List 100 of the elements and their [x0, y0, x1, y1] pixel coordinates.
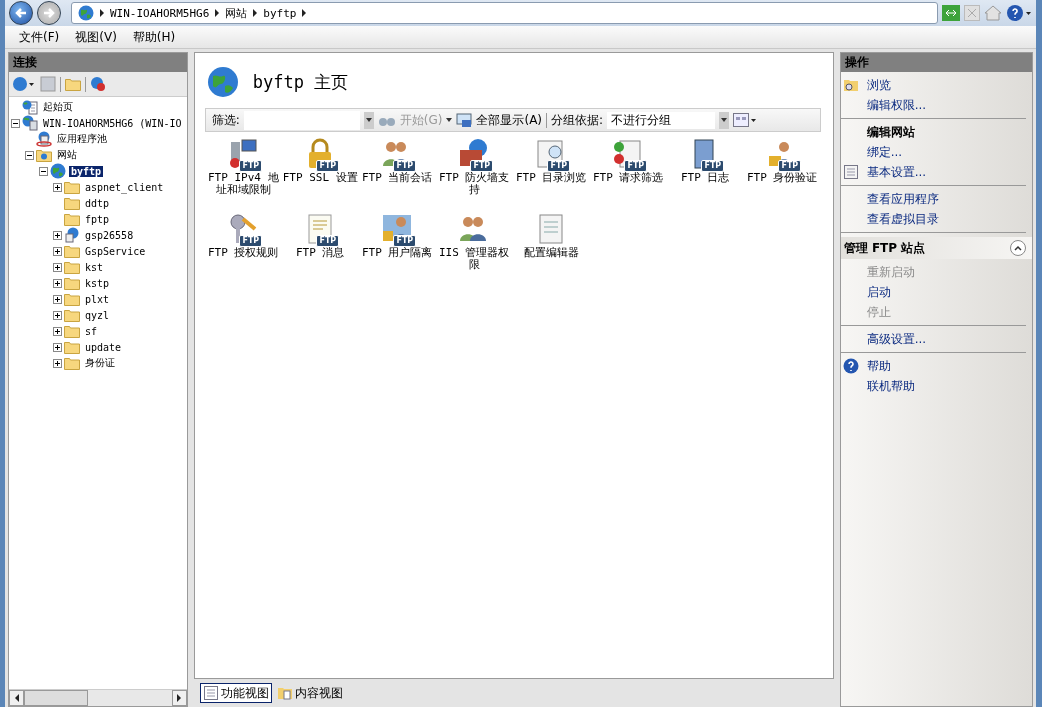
folder-icon [64, 212, 80, 226]
menu-item[interactable]: 文件(F) [13, 28, 66, 46]
folder-icon [64, 180, 80, 194]
tree-item[interactable]: 身份证 [83, 356, 117, 370]
feature-item[interactable]: FTP FTP 身份验证 [743, 136, 821, 211]
tree-item[interactable]: aspnet_client [83, 181, 166, 193]
breadcrumb-item[interactable]: 网站 [225, 5, 248, 21]
globe-icon [50, 163, 66, 179]
filter-label: 筛选: [211, 111, 240, 129]
tree-item[interactable]: 起始页 [41, 100, 75, 114]
action-link[interactable]: 高级设置... [866, 330, 927, 348]
folder-icon [64, 340, 80, 354]
action-link[interactable]: 启动 [866, 283, 891, 301]
tree-item[interactable]: sf [83, 325, 100, 337]
folder-icon [64, 196, 80, 210]
tree-item[interactable]: kstp [83, 277, 112, 289]
group-by-select[interactable]: 不进行分组 [607, 111, 716, 129]
feature-item[interactable]: FTP FTP 消息 [281, 211, 359, 286]
tree-item[interactable]: 网站 [55, 148, 79, 162]
help-icon [842, 358, 859, 374]
tree-item[interactable]: GspService [83, 245, 148, 257]
feature-item[interactable]: FTP FTP 请求筛选 [589, 136, 667, 211]
pane-header: 操作 [840, 53, 1032, 72]
caret-up-icon [1014, 245, 1022, 251]
tree-item[interactable]: fptp [83, 213, 112, 225]
feature-item[interactable]: IIS 管理器权限 [435, 211, 513, 286]
collapse-button[interactable] [1010, 240, 1026, 256]
address-bar[interactable]: WIN-IOAHORM5HG6 网站 byftp [71, 2, 938, 24]
expand-toggle[interactable] [53, 230, 62, 240]
breadcrumb-item[interactable]: byftp [263, 6, 297, 20]
expand-toggle[interactable] [53, 262, 62, 272]
collapse-toggle[interactable] [25, 150, 34, 160]
back-button[interactable] [9, 1, 33, 25]
action-link[interactable]: 查看虚拟目录 [866, 210, 939, 228]
page-title: byftp 主页 [252, 70, 349, 94]
folder-icon [64, 292, 80, 306]
tree-item[interactable]: gsp26558 [83, 229, 136, 241]
arrow-right-icon [43, 7, 55, 19]
feature-item[interactable]: FTP FTP IPv4 地址和域限制 [204, 136, 282, 211]
feature-item[interactable]: FTP FTP 当前会话 [358, 136, 436, 211]
folder-icon [64, 260, 80, 274]
tree-item[interactable]: kst [83, 261, 106, 273]
action-link[interactable]: 编辑权限... [866, 96, 927, 114]
view-tab[interactable]: 内容视图 [273, 683, 346, 703]
ftp-badge: FTP [470, 160, 494, 172]
tree-item[interactable]: 应用程序池 [55, 132, 109, 146]
menu-item[interactable]: 帮助(H) [126, 28, 182, 46]
horizontal-scrollbar[interactable] [9, 689, 187, 706]
feature-item[interactable]: 配置编辑器 [512, 211, 590, 286]
collapse-toggle[interactable] [11, 118, 20, 128]
expand-toggle[interactable] [53, 342, 62, 352]
view-mode-icon[interactable] [733, 112, 758, 128]
folder-globe-icon [36, 148, 52, 162]
expand-toggle[interactable] [53, 294, 62, 304]
folder-icon [64, 324, 80, 338]
refresh-icon[interactable] [942, 5, 960, 21]
expand-toggle[interactable] [53, 278, 62, 288]
feature-item[interactable]: FTP FTP 用户隔离 [358, 211, 436, 286]
expand-toggle[interactable] [53, 182, 62, 192]
tree-item[interactable]: update [83, 341, 124, 353]
feature-item[interactable]: FTP FTP 目录浏览 [512, 136, 590, 211]
show-all-button[interactable]: 全部显示(A) [476, 111, 543, 129]
ftp-badge: FTP [316, 235, 340, 247]
folder-icon [64, 276, 80, 290]
tree-item[interactable]: qyzl [83, 309, 112, 321]
tree-item[interactable]: WIN-IOAHORM5HG6 (WIN-IO [41, 117, 184, 129]
expand-toggle[interactable] [53, 358, 62, 368]
expand-toggle[interactable] [53, 326, 62, 336]
breadcrumb-item[interactable]: WIN-IOAHORM5HG6 [110, 6, 210, 20]
action-link[interactable]: 帮助 [866, 357, 891, 375]
feature-item[interactable]: FTP FTP 防火墙支持 [435, 136, 513, 211]
ftp-badge: FTP [239, 160, 263, 172]
view-tab[interactable]: 功能视图 [199, 683, 272, 703]
menu-item[interactable]: 视图(V) [69, 28, 123, 46]
globe-dropdown-icon[interactable] [12, 76, 36, 92]
feature-item[interactable]: FTP FTP 日志 [666, 136, 744, 211]
ftp-badge: FTP [393, 235, 417, 247]
action-link[interactable]: 查看应用程序 [866, 190, 939, 208]
action-link[interactable]: 浏览 [866, 76, 891, 94]
expand-toggle[interactable] [53, 310, 62, 320]
feature-item[interactable]: FTP FTP 授权规则 [204, 211, 282, 286]
ftp-badge: FTP [393, 160, 417, 172]
action-link[interactable]: 基本设置... [866, 163, 927, 181]
help-icon[interactable] [1006, 4, 1032, 22]
pane-header: 连接 [9, 53, 187, 72]
feature-item[interactable]: FTP FTP SSL 设置 [281, 136, 359, 211]
tree-item[interactable]: plxt [83, 293, 112, 305]
action-link[interactable]: 绑定... [866, 143, 903, 161]
arrow-left-icon [15, 7, 27, 19]
forward-button[interactable] [37, 1, 61, 25]
collapse-toggle[interactable] [39, 166, 48, 176]
globe-remove-icon[interactable] [90, 76, 106, 92]
list-icon [202, 685, 219, 701]
action-link[interactable]: 联机帮助 [866, 377, 915, 395]
ftp-badge: FTP [778, 160, 802, 172]
tree-item[interactable]: ddtp [83, 197, 112, 209]
expand-toggle[interactable] [53, 246, 62, 256]
filter-input[interactable] [243, 110, 360, 130]
ftp-badge: FTP [316, 160, 340, 172]
tree-item[interactable]: byftp [69, 165, 104, 177]
